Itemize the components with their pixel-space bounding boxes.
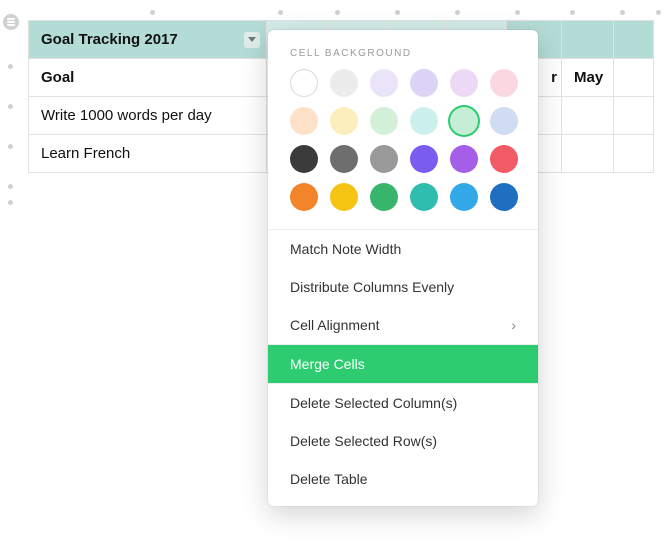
cell-context-menu: CELL BACKGROUND Match Note Width Distribu… xyxy=(268,30,538,506)
color-swatch[interactable] xyxy=(370,69,398,97)
menu-item-label: Cell Alignment xyxy=(290,317,380,333)
color-swatch[interactable] xyxy=(330,107,358,135)
menu-item[interactable]: Delete Selected Row(s) xyxy=(268,422,538,460)
cell-goal[interactable]: Write 1000 words per day xyxy=(29,97,267,135)
color-swatch[interactable] xyxy=(490,145,518,173)
chevron-down-icon xyxy=(248,37,256,42)
menu-item[interactable]: Delete Selected Column(s) xyxy=(268,384,538,422)
header-may[interactable]: May xyxy=(562,59,614,97)
menu-item-merge-cells[interactable]: Merge Cells xyxy=(268,345,538,383)
color-swatch[interactable] xyxy=(450,107,478,135)
color-swatch[interactable] xyxy=(330,69,358,97)
menu-item-label: Delete Selected Column(s) xyxy=(290,395,457,411)
color-swatch[interactable] xyxy=(490,183,518,211)
color-swatch[interactable] xyxy=(290,107,318,135)
color-swatch[interactable] xyxy=(450,183,478,211)
color-swatch[interactable] xyxy=(290,69,318,97)
color-swatch[interactable] xyxy=(370,145,398,173)
color-swatch[interactable] xyxy=(290,183,318,211)
cell-menu-trigger[interactable] xyxy=(244,32,260,48)
menu-item[interactable]: Delete Table xyxy=(268,460,538,498)
title-cell[interactable]: Goal Tracking 2017 xyxy=(29,21,267,59)
chevron-right-icon: › xyxy=(511,317,516,333)
color-swatch[interactable] xyxy=(490,69,518,97)
table-title-text: Goal Tracking 2017 xyxy=(41,31,178,48)
color-swatch[interactable] xyxy=(450,145,478,173)
menu-item[interactable]: Cell Alignment › xyxy=(268,306,538,344)
table-grip-handle[interactable] xyxy=(3,14,19,30)
color-swatch[interactable] xyxy=(410,183,438,211)
color-swatch[interactable] xyxy=(330,183,358,211)
color-swatch[interactable] xyxy=(370,107,398,135)
menu-item[interactable]: Distribute Columns Evenly xyxy=(268,268,538,306)
color-swatch[interactable] xyxy=(330,145,358,173)
menu-item-label: Delete Selected Row(s) xyxy=(290,433,437,449)
menu-item-label: Match Note Width xyxy=(290,241,401,257)
header-goal[interactable]: Goal xyxy=(29,59,267,97)
cell-background-label: CELL BACKGROUND xyxy=(268,48,538,69)
color-swatch[interactable] xyxy=(370,183,398,211)
color-swatch-grid xyxy=(268,69,538,229)
color-swatch[interactable] xyxy=(490,107,518,135)
menu-item-label: Merge Cells xyxy=(290,356,365,372)
color-swatch[interactable] xyxy=(410,107,438,135)
color-swatch[interactable] xyxy=(450,69,478,97)
menu-item[interactable]: Match Note Width xyxy=(268,230,538,268)
color-swatch[interactable] xyxy=(410,145,438,173)
color-swatch[interactable] xyxy=(290,145,318,173)
menu-item-label: Delete Table xyxy=(290,471,368,487)
color-swatch[interactable] xyxy=(410,69,438,97)
cell-goal[interactable]: Learn French xyxy=(29,135,267,173)
menu-item-label: Distribute Columns Evenly xyxy=(290,279,454,295)
